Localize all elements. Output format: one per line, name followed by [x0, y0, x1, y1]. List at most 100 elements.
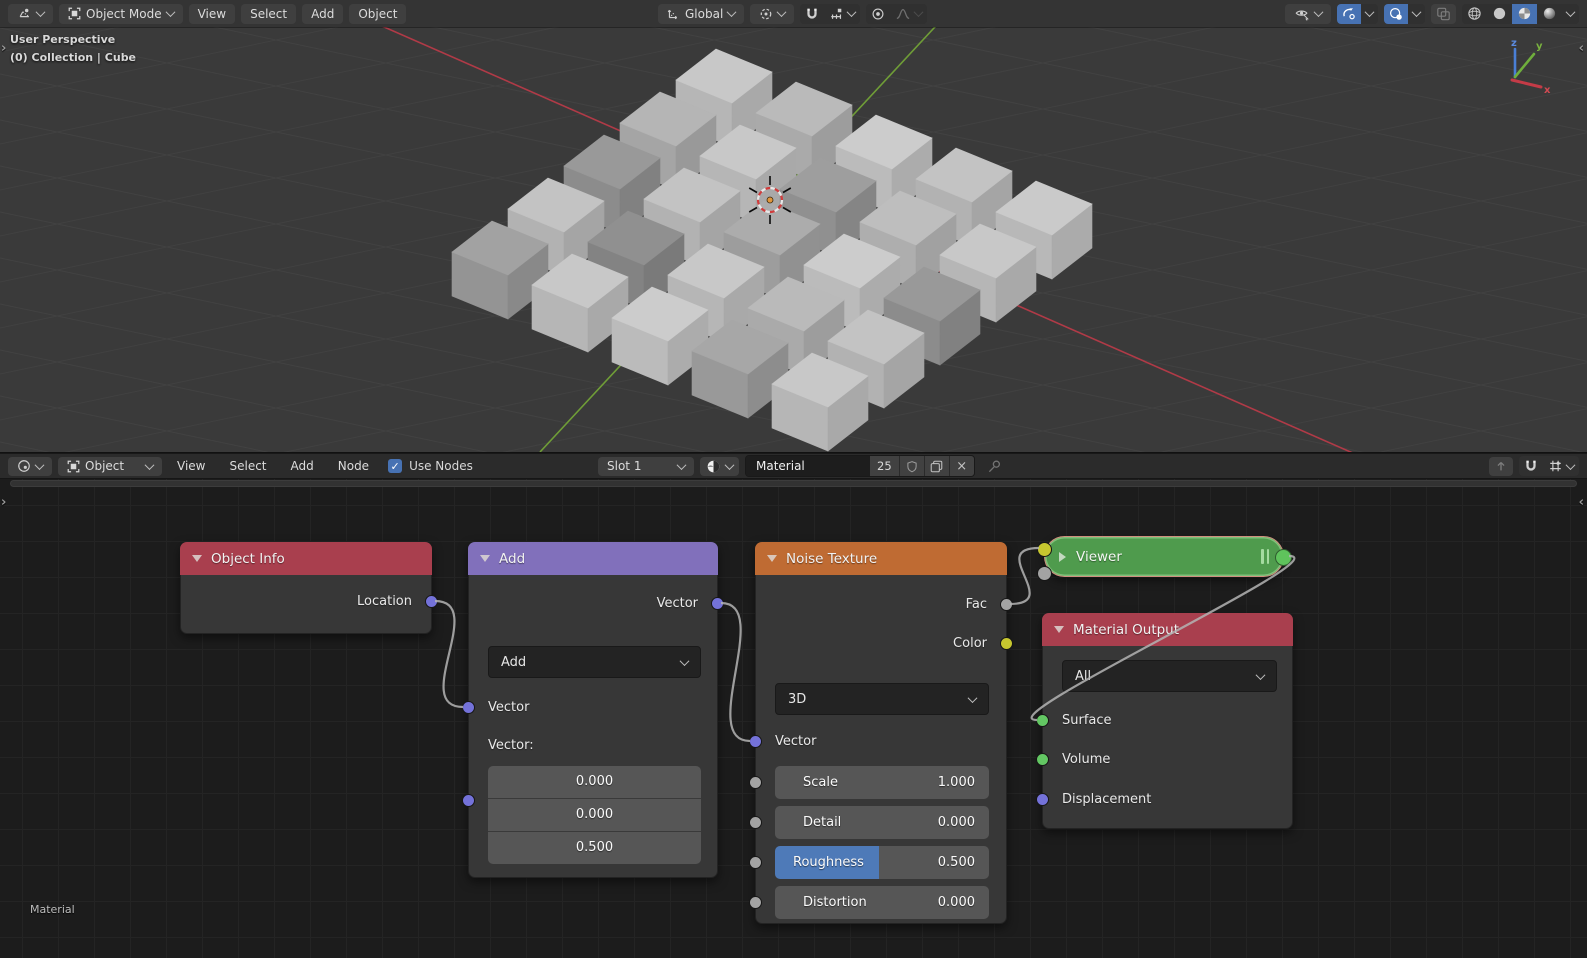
socket-surface[interactable]	[1036, 714, 1049, 727]
snap-toggle[interactable]	[800, 4, 824, 24]
slider-label: Scale	[803, 775, 838, 790]
editor-type-button[interactable]	[8, 3, 53, 24]
socket-detail-input[interactable]	[749, 816, 762, 829]
parent-node-tree-button[interactable]	[1489, 456, 1513, 476]
node-editor-header: Object View Select Add Node ✓ Use Nodes …	[0, 453, 1587, 479]
proportional-falloff-dropdown[interactable]	[890, 4, 927, 24]
menu-node[interactable]: Node	[329, 457, 378, 476]
snap-with-dropdown[interactable]	[824, 4, 860, 24]
unlink-material-button[interactable]: ×	[948, 456, 974, 476]
node-link	[720, 601, 751, 743]
socket-out[interactable]	[1275, 549, 1292, 566]
slider-detail[interactable]: Detail 0.000	[775, 806, 989, 839]
xray-toggle[interactable]	[1431, 3, 1456, 24]
collapse-icon[interactable]	[192, 555, 202, 562]
node-dropdown[interactable]: 3D	[775, 683, 989, 715]
gizmos-toggle[interactable]	[1337, 3, 1361, 24]
shading-material-button[interactable]	[1512, 3, 1537, 24]
socket-in1[interactable]	[1037, 542, 1052, 557]
node-dropdown[interactable]: All	[1062, 660, 1277, 692]
orientation-label: Global	[685, 6, 724, 21]
collapse-icon[interactable]	[1054, 626, 1064, 633]
node-output[interactable]: Material Output All Surface Volume Displacem…	[1036, 613, 1293, 829]
new-material-button[interactable]	[923, 456, 949, 476]
material-users-count[interactable]: 25	[870, 456, 899, 476]
menu-view[interactable]: View	[168, 457, 214, 476]
shading-wireframe-button[interactable]	[1462, 4, 1487, 24]
material-browse-dropdown[interactable]	[700, 456, 739, 476]
node-editor-sidebar-toggle[interactable]: ‹	[1579, 495, 1584, 510]
overlays-toggle[interactable]	[1384, 3, 1408, 24]
transform-orientation-dropdown[interactable]: Global	[658, 3, 745, 24]
pin-button[interactable]	[987, 459, 1002, 474]
mode-dropdown[interactable]: Object Mode	[59, 3, 183, 24]
menu-add[interactable]: Add	[282, 457, 323, 476]
socket-displacement[interactable]	[1036, 793, 1049, 806]
collapse-icon[interactable]	[1059, 551, 1066, 562]
viewport-sidebar-toggle[interactable]: ‹	[1579, 41, 1584, 56]
shader-type-dropdown[interactable]: Object	[58, 456, 162, 476]
vector-field[interactable]: 0.000	[488, 799, 701, 831]
shading-dropdown[interactable]	[1562, 4, 1579, 24]
slider-distortion[interactable]: Distortion 0.000	[775, 886, 989, 919]
slot-dropdown[interactable]: Slot 1	[598, 456, 694, 476]
shading-solid-button[interactable]	[1487, 4, 1512, 24]
ne-snap-with-dropdown[interactable]	[1543, 456, 1579, 476]
viewport-left-region-toggle[interactable]: ›	[1, 41, 6, 56]
fake-user-button[interactable]	[898, 456, 924, 476]
snap-increment-icon	[831, 8, 842, 19]
socket-vector_in[interactable]	[749, 735, 762, 748]
pin-icon	[988, 459, 1000, 472]
slider-roughness[interactable]: Roughness 0.500	[775, 846, 989, 879]
socket-vector_out[interactable]	[711, 597, 724, 610]
pivot-point-dropdown[interactable]	[750, 3, 795, 24]
node-vector_math[interactable]: Add Vector Add Vector Vector: 0.000 0.000 0.500	[462, 542, 724, 878]
node-header[interactable]: Add	[468, 542, 718, 575]
socket-fields_in[interactable]	[462, 794, 475, 807]
menu-object[interactable]: Object	[349, 3, 407, 24]
menu-add[interactable]: Add	[302, 3, 344, 24]
node-header[interactable]: Material Output	[1042, 613, 1293, 646]
collapse-icon[interactable]	[767, 555, 777, 562]
overlays-dropdown[interactable]	[1408, 4, 1425, 24]
menu-view[interactable]: View	[188, 3, 236, 24]
node-dropdown[interactable]: Add	[488, 646, 701, 678]
horizontal-scrollbar[interactable]	[10, 480, 1577, 487]
shading-rendered-button[interactable]	[1537, 4, 1562, 24]
3d-viewport[interactable]: Object Mode View Select Add Object Globa…	[0, 0, 1587, 452]
socket-volume[interactable]	[1036, 753, 1049, 766]
active-object-breadcrumb: (0) Collection | Cube	[10, 51, 137, 64]
node-header[interactable]: Object Info	[180, 542, 432, 575]
dropdown-value: 3D	[788, 691, 807, 707]
node-header[interactable]: Noise Texture	[755, 542, 1007, 575]
socket-color[interactable]	[1000, 637, 1013, 650]
use-nodes-checkbox[interactable]: ✓	[388, 459, 403, 473]
socket-fac[interactable]	[1000, 598, 1013, 611]
slider-scale[interactable]: Scale 1.000	[775, 766, 989, 799]
node-noise[interactable]: Noise Texture Fac Color 3D Vector Scale 1.000 D…	[749, 542, 1013, 924]
node-editor-left-region-toggle[interactable]: ›	[1, 495, 6, 510]
material-name-field[interactable]: Material	[746, 456, 870, 476]
menu-select[interactable]: Select	[241, 3, 297, 24]
socket-in2[interactable]	[1037, 566, 1052, 581]
socket-location[interactable]	[425, 595, 438, 608]
ne-snap-toggle[interactable]	[1519, 456, 1543, 476]
node-viewer[interactable]: Viewer	[1037, 536, 1292, 581]
node-editor-canvas[interactable]: › ‹ Material Object Info Location Add Vecto…	[0, 479, 1587, 958]
navigation-gizmo[interactable]: z y x	[1487, 36, 1551, 96]
visibility-dropdown[interactable]	[1285, 3, 1331, 24]
editor-type-button-shader[interactable]	[8, 456, 52, 476]
shield-icon	[906, 460, 917, 472]
vector-field[interactable]: 0.500	[488, 832, 701, 864]
menu-select[interactable]: Select	[220, 457, 275, 476]
ne-snap-group	[1519, 456, 1579, 476]
socket-scale-input[interactable]	[749, 776, 762, 789]
socket-vector_in[interactable]	[462, 701, 475, 714]
proportional-editing-toggle[interactable]	[866, 4, 890, 24]
node-object_info[interactable]: Object Info Location	[180, 542, 438, 634]
gizmos-dropdown[interactable]	[1361, 4, 1378, 24]
collapse-icon[interactable]	[480, 555, 490, 562]
vector-field[interactable]: 0.000	[488, 766, 701, 798]
socket-distortion-input[interactable]	[749, 896, 762, 909]
socket-roughness-input[interactable]	[749, 856, 762, 869]
